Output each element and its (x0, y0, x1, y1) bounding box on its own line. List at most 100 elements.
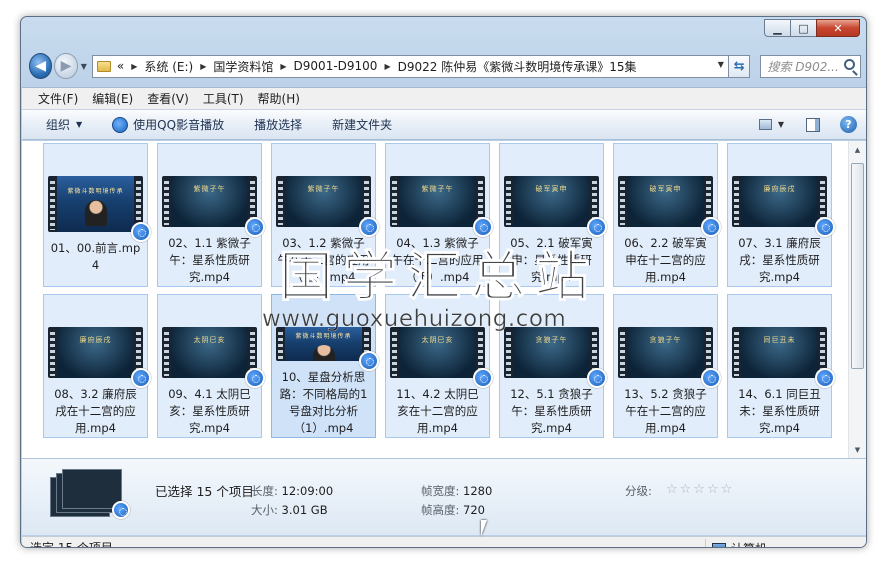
video-thumbnail: 廉府辰戌 (48, 327, 151, 388)
thumbnail-title: 贪狼子午 (535, 336, 568, 344)
address-dropdown-icon[interactable]: ▼ (718, 60, 724, 69)
navigation-bar: ◀ ▶ ▼ « ▶ 系统 (E:) ▶ 国学资料馆 ▶ D9001-D9100 ▶ D9… (29, 51, 861, 81)
file-item[interactable]: 紫微子午 04、1.3 紫微子午在十二宫的应用（下）.mp4 (385, 143, 493, 287)
file-item[interactable]: 紫微子午 02、1.1 紫微子午：星系性质研究.mp4 (157, 143, 265, 287)
thumbnail-title: 紫微子午 (421, 185, 454, 193)
length-field: 长度: 12:09:00 (251, 484, 334, 498)
address-bar[interactable]: « ▶ 系统 (E:) ▶ 国学资料馆 ▶ D9001-D9100 ▶ D9022 陈仲… (91, 54, 729, 78)
file-item[interactable]: 贪狼子午 12、5.1 贪狼子午：星系性质研究.mp4 (499, 294, 607, 438)
play-with-qq-label: 使用QQ影音播放 (133, 118, 225, 132)
video-thumbnail: 太阴巳亥 (162, 327, 265, 388)
file-item[interactable]: 贪狼子午 13、5.2 贪狼子午在十二宫的应用.mp4 (613, 294, 721, 438)
file-name: 08、3.2 廉府辰戌在十二宫的应用.mp4 (54, 387, 137, 435)
back-button[interactable]: ◀ (29, 53, 53, 79)
menu-file[interactable]: 文件(F) (38, 90, 78, 107)
maximize-button[interactable]: □ (790, 19, 817, 37)
thumbnail-title: 廉府辰戌 (79, 336, 112, 344)
status-selected: 选定 15 个项目 (30, 541, 113, 548)
qq-player-icon (815, 368, 835, 388)
breadcrumb-drive[interactable]: 系统 (E:) (144, 58, 193, 75)
file-item[interactable]: 紫微子午 03、1.2 紫微子午在十二宫的应用（上）.mp4 (271, 143, 379, 287)
chevron-down-icon: ▼ (76, 120, 83, 129)
video-thumbnail: 贪狼子午 (504, 327, 607, 388)
video-thumbnail: 紫微子午 (162, 176, 265, 237)
new-folder-button[interactable]: 新建文件夹 (332, 116, 392, 133)
breadcrumb-current[interactable]: D9022 陈仲易《紫微斗数明境传承课》15集 (398, 58, 637, 75)
thumbnail-title: 贪狼子午 (649, 336, 682, 344)
close-button[interactable]: ✕ (816, 19, 860, 37)
video-thumbnail: 破军寅申 (618, 176, 721, 237)
thumbnail-title: 太阴巳亥 (421, 336, 454, 344)
chevron-right-icon[interactable]: ▶ (200, 62, 206, 71)
thumbnail-title: 太阴巳亥 (193, 336, 226, 344)
breadcrumb-folder[interactable]: D9001-D9100 (294, 59, 378, 73)
chevron-right-icon[interactable]: ▶ (131, 62, 137, 71)
scroll-down-icon[interactable]: ▼ (849, 441, 866, 458)
file-name: 01、00.前言.mp4 (50, 241, 141, 272)
caption-buttons: ▁ □ ✕ (764, 19, 860, 37)
file-name: 11、4.2 太阴巳亥在十二宫的应用.mp4 (396, 387, 479, 435)
search-icon[interactable] (844, 58, 855, 70)
breadcrumb: « ▶ 系统 (E:) ▶ 国学资料馆 ▶ D9001-D9100 ▶ D9022 陈仲… (117, 58, 637, 75)
file-grid: 紫微斗数明境传承 01、00.前言.mp4 紫微子午 02、1.1 紫微子午：星系性质… (43, 143, 835, 438)
search-input[interactable]: 搜索 D902... (760, 54, 861, 78)
menu-view[interactable]: 查看(V) (147, 90, 189, 107)
refresh-button[interactable]: ⇆ (728, 54, 751, 78)
vertical-scrollbar[interactable]: ▲ ▼ (848, 141, 866, 458)
rating-stars[interactable]: ☆☆☆☆☆ (666, 482, 734, 497)
file-item[interactable]: 紫微斗数明境传承 01、00.前言.mp4 (43, 143, 151, 287)
play-with-qq-button[interactable]: 使用QQ影音播放 (112, 116, 224, 133)
file-item[interactable]: 太阴巳亥 11、4.2 太阴巳亥在十二宫的应用.mp4 (385, 294, 493, 438)
video-thumbnail: 紫微子午 (390, 176, 493, 237)
file-name: 04、1.3 紫微子午在十二宫的应用（下）.mp4 (391, 236, 484, 284)
file-item[interactable]: 紫微斗数明境传承 10、星盘分析思路：不同格局的1号盘对比分析（1）.mp4 (271, 294, 379, 438)
selection-thumbnail (46, 467, 130, 519)
video-thumbnail: 紫微斗数明境传承 (48, 176, 151, 242)
scrollbar-thumb[interactable] (851, 163, 864, 369)
frame-width-field: 帧宽度: 1280 (421, 484, 493, 498)
chevron-down-icon[interactable]: ▼ (778, 120, 784, 129)
file-item[interactable]: 同巨丑未 14、6.1 同巨丑未：星系性质研究.mp4 (727, 294, 835, 438)
organize-button[interactable]: 组织 ▼ (46, 116, 82, 133)
file-name: 05、2.1 破军寅申：星系性质研究.mp4 (510, 236, 593, 284)
frame-height-field: 帧高度: 720 (421, 503, 485, 517)
menu-tools[interactable]: 工具(T) (203, 90, 244, 107)
file-item[interactable]: 廉府辰戌 08、3.2 廉府辰戌在十二宫的应用.mp4 (43, 294, 151, 438)
qq-player-icon (245, 368, 265, 388)
search-placeholder: 搜索 D902... (767, 59, 839, 74)
help-icon[interactable]: ? (840, 116, 857, 133)
folder-icon (96, 60, 111, 72)
computer-icon (712, 543, 726, 547)
menu-bar: 文件(F) 编辑(E) 查看(V) 工具(T) 帮助(H) (22, 87, 866, 109)
breadcrumb-overflow[interactable]: « (117, 59, 124, 73)
thumbnail-title: 紫微斗数明境传承 (295, 333, 352, 340)
view-options-icon[interactable] (758, 119, 772, 130)
menu-help[interactable]: 帮助(H) (258, 90, 300, 107)
qq-player-icon (131, 368, 151, 388)
breadcrumb-folder[interactable]: 国学资料馆 (213, 58, 273, 75)
file-item[interactable]: 太阴巳亥 09、4.1 太阴巳亥：星系性质研究.mp4 (157, 294, 265, 438)
chevron-right-icon[interactable]: ▶ (280, 62, 286, 71)
size-field: 大小: 3.01 GB (251, 503, 328, 517)
file-item[interactable]: 破军寅申 06、2.2 破军寅申在十二宫的应用.mp4 (613, 143, 721, 287)
video-thumbnail: 太阴巳亥 (390, 327, 493, 388)
chevron-right-icon[interactable]: ▶ (384, 62, 390, 71)
file-view[interactable]: 紫微斗数明境传承 01、00.前言.mp4 紫微子午 02、1.1 紫微子午：星系性质… (22, 141, 848, 458)
organize-label: 组织 (46, 118, 71, 132)
file-name: 14、6.1 同巨丑未：星系性质研究.mp4 (738, 387, 821, 435)
preview-pane-icon[interactable] (806, 117, 820, 132)
menu-edit[interactable]: 编辑(E) (92, 90, 133, 107)
thumbnail-title: 破军寅申 (535, 185, 568, 193)
forward-button[interactable]: ▶ (54, 53, 78, 79)
scroll-up-icon[interactable]: ▲ (849, 141, 866, 158)
play-selection-button[interactable]: 播放选择 (254, 116, 302, 133)
video-thumbnail: 廉府辰戌 (732, 176, 835, 237)
minimize-button[interactable]: ▁ (764, 19, 791, 37)
rating-label: 分级: (625, 484, 652, 498)
details-pane: 已选择 15 个项目 长度: 12:09:00 大小: 3.01 GB 帧宽度:… (22, 458, 866, 535)
recent-pages-dropdown[interactable]: ▼ (81, 62, 87, 71)
file-item[interactable]: 廉府辰戌 07、3.1 廉府辰戌：星系性质研究.mp4 (727, 143, 835, 287)
file-name: 09、4.1 太阴巳亥：星系性质研究.mp4 (168, 387, 251, 435)
file-item[interactable]: 破军寅申 05、2.1 破军寅申：星系性质研究.mp4 (499, 143, 607, 287)
selection-count: 已选择 15 个项目 (155, 484, 254, 499)
